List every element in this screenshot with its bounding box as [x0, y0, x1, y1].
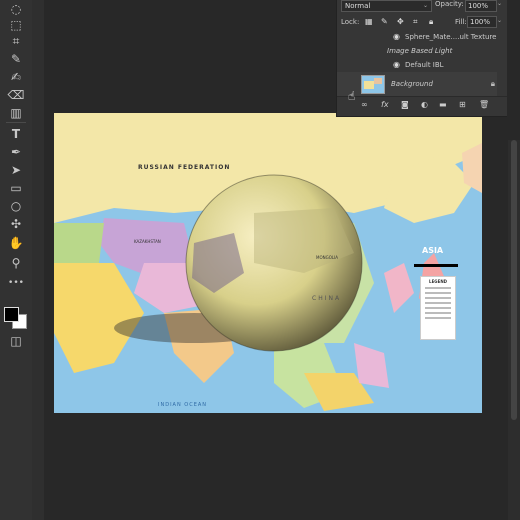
scrollbar-thumb[interactable] [511, 140, 517, 420]
crop-tool-icon[interactable]: ⌗ [6, 32, 26, 50]
lock-icon: 🔒︎ [490, 79, 495, 88]
type-tool-icon[interactable]: T [6, 125, 26, 143]
legend-row [425, 297, 451, 299]
path-select-tool-icon[interactable]: ➤ [6, 161, 26, 179]
layer-label: Background [391, 80, 433, 88]
legend-row [425, 317, 451, 319]
lock-label: Lock: [341, 18, 360, 26]
legend-row [425, 287, 451, 289]
layer-label: Image Based Light [387, 47, 453, 55]
trash-icon[interactable]: 🗑︎ [479, 100, 489, 109]
chevron-down-icon: ⌄ [422, 2, 428, 9]
chevron-down-icon[interactable]: ⌄ [497, 0, 502, 7]
ellipse-tool-icon[interactable]: ○ [6, 197, 26, 215]
lock-transparent-icon[interactable]: ▦ [365, 17, 373, 26]
layer-label: Default IBL [405, 61, 444, 69]
3d-tool-icon[interactable]: ✣ [6, 215, 26, 233]
adjustment-layer-icon[interactable]: ◐ [421, 100, 428, 109]
indian-ocean-label: INDIAN OCEAN [158, 402, 208, 408]
thumbnail-detail [364, 81, 374, 89]
eye-icon[interactable]: ◉ [393, 60, 400, 69]
eyedropper-tool-icon[interactable]: ✎ [6, 50, 26, 68]
new-group-icon[interactable]: ▬ [439, 100, 447, 109]
world-map-image[interactable]: RUSSIAN FEDERATION KAZAKHSTAN MONGOLIA C… [54, 113, 482, 413]
layers-options-row: Normal ⌄ Opacity: 100% ⌄ [337, 0, 507, 12]
chevron-down-icon[interactable]: ⌄ [497, 17, 502, 24]
opacity-label: Opacity: [435, 0, 464, 8]
lock-artboard-icon[interactable]: ⌗ [413, 17, 418, 27]
more-tools-icon[interactable]: ••• [6, 274, 26, 292]
layer-label: Sphere_Mate....ult Texture [405, 33, 497, 41]
china-label: CHINA [312, 295, 342, 302]
map-scale-bar [414, 264, 458, 267]
rectangle-tool-icon[interactable]: ▭ [6, 179, 26, 197]
lock-position-icon[interactable]: ✥ [397, 17, 404, 26]
map-legend: LEGEND [420, 276, 456, 340]
blend-mode-value: Normal [345, 2, 371, 10]
map-artwork [54, 113, 482, 413]
vertical-scrollbar[interactable] [508, 140, 520, 520]
blend-mode-select[interactable]: Normal ⌄ [341, 0, 432, 12]
gradient-tool-icon[interactable]: ▥ [6, 104, 26, 122]
mongolia-label: MONGOLIA [316, 255, 338, 260]
toolbar-divider [6, 122, 26, 123]
foreground-color-swatch[interactable] [4, 307, 19, 322]
eraser-tool-icon[interactable]: ⌫ [6, 86, 26, 104]
hand-tool-icon[interactable]: ✋ [6, 234, 26, 252]
lock-row: Lock: ▦ ✎ ✥ ⌗ 🔒︎ Fill: 100% ⌄ [337, 15, 507, 29]
legend-row [425, 312, 451, 314]
zoom-tool-icon[interactable]: ⚲ [6, 254, 26, 272]
lock-all-icon[interactable]: 🔒︎ [429, 17, 433, 27]
layers-panel: Normal ⌄ Opacity: 100% ⌄ Lock: ▦ ✎ ✥ ⌗ 🔒… [336, 0, 507, 117]
asia-label: ASIA [422, 246, 444, 255]
fx-icon[interactable]: fx [381, 100, 389, 109]
layer-ibl-group[interactable]: Image Based Light [337, 44, 497, 58]
pen-tool-icon[interactable]: ✒ [6, 143, 26, 161]
new-layer-icon[interactable]: ⊞ [459, 100, 466, 109]
thumbnail-detail [374, 78, 382, 84]
legend-row [425, 302, 451, 304]
tools-toolbar: ◌ ⬚ ⌗ ✎ ✍ ⌫ ▥ T ✒ ➤ ▭ ○ ✣ ✋ ⚲ ••• ◫ [0, 0, 32, 520]
layers-panel-footer: ∞ fx ◙ ◐ ▬ ⊞ 🗑︎ [337, 96, 507, 113]
eye-icon[interactable]: ◉ [393, 32, 400, 41]
russia-label: RUSSIAN FEDERATION [138, 164, 231, 171]
brush-tool-icon[interactable]: ✍ [6, 68, 26, 86]
opacity-field[interactable]: 100% [465, 0, 497, 12]
legend-row [425, 292, 451, 294]
hand-cursor-icon: ☝ [348, 89, 356, 103]
legend-title: LEGEND [429, 279, 447, 284]
layer-background[interactable]: Background 🔒︎ [337, 72, 497, 96]
layer-default-ibl[interactable]: ◉ Default IBL [337, 58, 497, 72]
quick-mask-icon[interactable]: ◫ [6, 332, 26, 350]
fill-field[interactable]: 100% [467, 16, 497, 28]
fill-label: Fill: [455, 18, 467, 26]
kazakhstan-label: KAZAKHSTAN [134, 239, 161, 244]
add-mask-icon[interactable]: ◙ [401, 100, 409, 109]
layer-sphere-texture[interactable]: ◉ Sphere_Mate....ult Texture [337, 30, 497, 44]
legend-row [425, 307, 451, 309]
link-layers-icon[interactable]: ∞ [361, 100, 368, 109]
layer-thumbnail [361, 75, 385, 94]
lock-pixels-icon[interactable]: ✎ [381, 17, 388, 26]
